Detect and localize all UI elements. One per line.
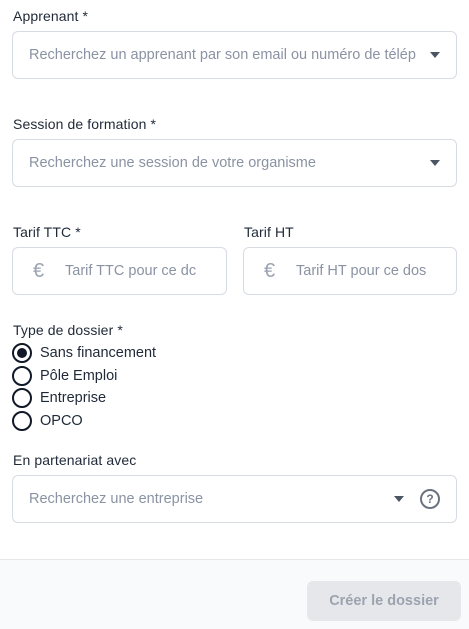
euro-icon: €: [33, 259, 45, 282]
radio-option-entreprise[interactable]: Entreprise: [12, 388, 106, 408]
create-folder-form: Apprenant * Recherchez un apprenant par …: [0, 0, 469, 629]
partnership-select[interactable]: Recherchez une entreprise ?: [12, 475, 457, 523]
radio-button[interactable]: [12, 388, 32, 408]
create-folder-button[interactable]: Créer le dossier: [307, 581, 461, 621]
price-ht-placeholder: Tarif HT pour ce dos: [296, 263, 427, 279]
price-ht-label: Tarif HT: [244, 224, 294, 240]
radio-option-pole-emploi[interactable]: Pôle Emploi: [12, 366, 117, 386]
price-ht-input[interactable]: € Tarif HT pour ce dos: [243, 247, 457, 295]
session-label: Session de formation *: [13, 116, 157, 132]
chevron-down-icon: [430, 160, 440, 166]
learner-placeholder: Recherchez un apprenant par son email ou…: [29, 47, 416, 63]
learner-label: Apprenant *: [13, 8, 89, 24]
radio-label: Entreprise: [40, 390, 107, 406]
radio-label: Pôle Emploi: [40, 368, 118, 384]
price-ttc-placeholder: Tarif TTC pour ce dc: [65, 263, 197, 279]
radio-label: OPCO: [40, 413, 83, 429]
radio-option-opco[interactable]: OPCO: [12, 411, 83, 431]
help-icon[interactable]: ?: [420, 489, 440, 509]
radio-option-sans-financement[interactable]: Sans financement: [12, 343, 156, 363]
radio-button[interactable]: [12, 343, 32, 363]
chevron-down-icon[interactable]: [394, 496, 404, 502]
radio-button[interactable]: [12, 411, 32, 431]
radio-label: Sans financement: [40, 345, 157, 361]
euro-icon: €: [264, 259, 276, 282]
session-placeholder: Recherchez une session de votre organism…: [29, 155, 316, 171]
radio-button[interactable]: [12, 366, 32, 386]
learner-select[interactable]: Recherchez un apprenant par son email ou…: [12, 31, 457, 79]
partnership-placeholder: Recherchez une entreprise: [29, 491, 204, 507]
partnership-label: En partenariat avec: [13, 452, 137, 468]
price-ttc-label: Tarif TTC *: [13, 224, 81, 240]
price-ttc-input[interactable]: € Tarif TTC pour ce dc: [12, 247, 227, 295]
form-footer: Créer le dossier: [0, 559, 469, 629]
folder-type-label: Type de dossier *: [13, 322, 123, 338]
session-select[interactable]: Recherchez une session de votre organism…: [12, 139, 457, 187]
chevron-down-icon: [430, 52, 440, 58]
